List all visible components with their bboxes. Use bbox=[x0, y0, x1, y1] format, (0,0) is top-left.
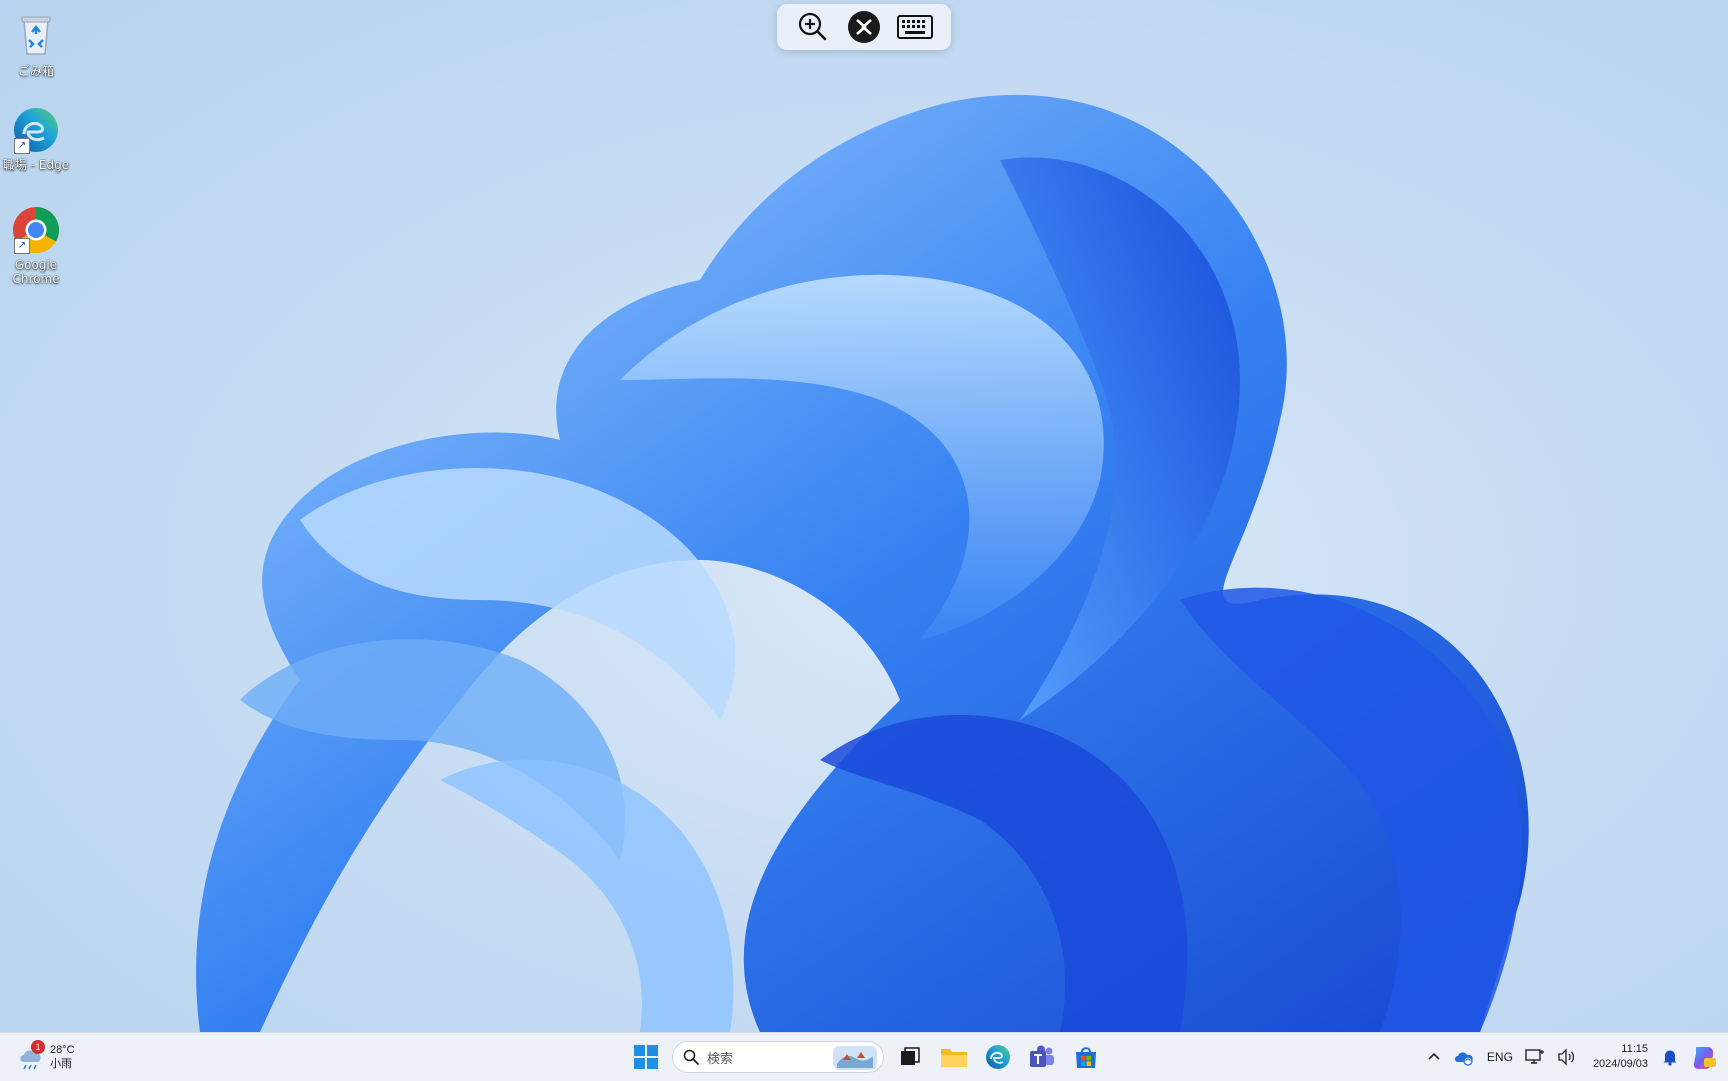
desktop-icon-chrome[interactable]: ↗ Google Chrome bbox=[2, 204, 70, 286]
copilot-icon bbox=[1693, 1047, 1716, 1069]
taskbar-center: 検索 bbox=[624, 1037, 1108, 1077]
teams-button[interactable] bbox=[1022, 1037, 1062, 1077]
remote-desktop-toolbar bbox=[777, 4, 951, 50]
volume-button[interactable] bbox=[1551, 1037, 1583, 1077]
clock-button[interactable]: 11:15 2024/09/03 bbox=[1583, 1037, 1656, 1077]
task-view-button[interactable] bbox=[890, 1037, 930, 1077]
shortcut-arrow-icon: ↗ bbox=[14, 138, 30, 154]
weather-widget[interactable]: 1 28°C 小雨 bbox=[16, 1039, 75, 1075]
taskbar: 1 28°C 小雨 検索 ENG 11:15 2024/09/03 bbox=[0, 1032, 1728, 1081]
start-button[interactable] bbox=[626, 1037, 666, 1077]
start-icon bbox=[634, 1045, 658, 1069]
system-tray: ENG 11:15 2024/09/03 bbox=[1421, 1033, 1728, 1081]
edge-icon bbox=[986, 1045, 1010, 1069]
store-button[interactable] bbox=[1066, 1037, 1106, 1077]
recycle-bin-icon bbox=[10, 10, 62, 62]
search-placeholder: 検索 bbox=[707, 1051, 734, 1067]
zoom-in-button[interactable] bbox=[793, 7, 833, 47]
weather-temperature: 28°C bbox=[50, 1044, 75, 1056]
input-language: ENG bbox=[1486, 1050, 1513, 1064]
copilot-button[interactable] bbox=[1684, 1037, 1728, 1077]
remote-connection-button[interactable] bbox=[844, 7, 884, 47]
desktop: ごみ箱 ↗ 職場 - Edge ↗ Google Chrome bbox=[0, 0, 1728, 1032]
clock-time: 11:15 bbox=[1621, 1043, 1648, 1055]
notification-badge: 1 bbox=[31, 1040, 45, 1054]
teams-icon bbox=[1030, 1045, 1054, 1067]
shortcut-arrow-icon: ↗ bbox=[14, 238, 30, 254]
task-view-icon bbox=[901, 1047, 920, 1065]
edge-taskbar-button[interactable] bbox=[978, 1037, 1018, 1077]
file-explorer-icon bbox=[941, 1049, 967, 1067]
volume-icon bbox=[1558, 1048, 1574, 1066]
taskbar-search-box[interactable]: 検索 bbox=[672, 1041, 884, 1073]
file-explorer-button[interactable] bbox=[934, 1037, 974, 1077]
weather-condition: 小雨 bbox=[50, 1058, 72, 1070]
input-language-button[interactable]: ENG bbox=[1481, 1037, 1519, 1077]
search-highlight-icon bbox=[833, 1046, 877, 1070]
remote-connection-icon bbox=[847, 11, 880, 43]
chevron-up-icon bbox=[1428, 1052, 1440, 1060]
desktop-icon-recycle-bin[interactable]: ごみ箱 bbox=[2, 10, 70, 78]
search-icon bbox=[683, 1049, 699, 1065]
store-icon bbox=[1076, 1047, 1096, 1068]
onedrive-sync-icon bbox=[1454, 1052, 1473, 1066]
network-button[interactable] bbox=[1519, 1037, 1551, 1077]
onedrive-sync-button[interactable] bbox=[1447, 1037, 1481, 1077]
network-icon bbox=[1525, 1049, 1544, 1064]
wallpaper-bloom bbox=[196, 94, 1529, 1032]
zoom-in-icon bbox=[798, 12, 826, 41]
desktop-icon-edge[interactable]: ↗ 職場 - Edge bbox=[2, 104, 70, 172]
chrome-icon: ↗ bbox=[10, 204, 62, 256]
bell-icon bbox=[1663, 1050, 1677, 1066]
keyboard-button[interactable] bbox=[895, 7, 935, 47]
notifications-button[interactable] bbox=[1656, 1037, 1684, 1077]
weather-rain-icon: 1 bbox=[16, 1040, 46, 1072]
desktop-icon-label: Google Chrome bbox=[12, 258, 60, 286]
desktop-icon-label: ごみ箱 bbox=[17, 64, 54, 78]
keyboard-icon bbox=[897, 15, 934, 39]
clock-date: 2024/09/03 bbox=[1592, 1058, 1648, 1070]
show-hidden-icons-button[interactable] bbox=[1421, 1037, 1447, 1077]
edge-icon: ↗ bbox=[10, 104, 62, 156]
desktop-icon-label: 職場 - Edge bbox=[2, 158, 70, 172]
